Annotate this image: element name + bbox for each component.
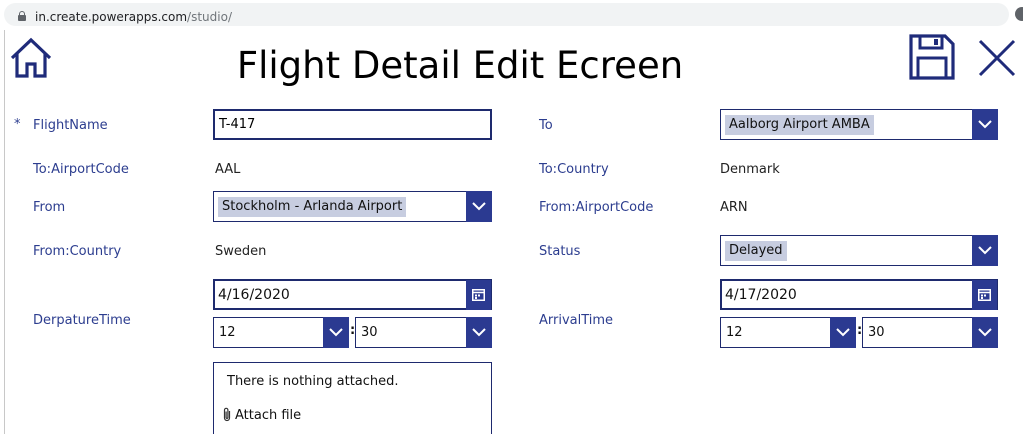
url-host: in.create.powerapps.com xyxy=(35,10,188,24)
departure-date-picker[interactable]: 4/16/2020 xyxy=(213,279,492,310)
browser-toolbar: in.create.powerapps.com/studio/ xyxy=(0,0,1023,30)
chevron-down-icon[interactable] xyxy=(830,317,856,348)
home-icon[interactable] xyxy=(8,36,54,80)
chevron-down-icon[interactable] xyxy=(972,317,998,348)
from-airportcode-value: ARN xyxy=(720,200,748,215)
arrival-minute-dropdown[interactable]: 30 xyxy=(862,317,998,348)
from-dropdown[interactable]: Stockholm - Arlanda Airport xyxy=(213,191,492,222)
departure-hour-value: 12 xyxy=(219,325,236,340)
required-marker: * xyxy=(14,117,21,132)
from-selected: Stockholm - Arlanda Airport xyxy=(218,197,407,217)
flightname-input[interactable]: T-417 xyxy=(213,109,492,140)
to-dropdown[interactable]: Aalborg Airport AMBA xyxy=(720,109,998,140)
attachments-empty-message: There is nothing attached. xyxy=(227,374,399,389)
status-selected: Delayed xyxy=(725,241,787,261)
flightname-label: FlightName xyxy=(33,118,108,133)
status-dropdown[interactable]: Delayed xyxy=(720,235,998,266)
chevron-down-icon[interactable] xyxy=(323,317,349,348)
close-icon[interactable] xyxy=(977,38,1017,78)
arrival-minute-value: 30 xyxy=(868,325,885,340)
lock-icon[interactable] xyxy=(18,11,26,21)
chevron-down-icon[interactable] xyxy=(466,317,492,348)
save-icon[interactable] xyxy=(909,34,955,80)
url-text[interactable]: in.create.powerapps.com/studio/ xyxy=(35,10,232,24)
departure-hour-dropdown[interactable]: 12 xyxy=(213,317,349,348)
attach-file-label: Attach file xyxy=(235,408,302,423)
departuretime-label: DerpatureTime xyxy=(33,313,131,328)
chevron-down-icon[interactable] xyxy=(972,109,998,140)
calendar-icon[interactable] xyxy=(972,280,997,310)
status-label: Status xyxy=(539,244,581,259)
arrival-date-value: 4/17/2020 xyxy=(725,287,797,303)
chevron-down-icon[interactable] xyxy=(972,235,998,266)
profile-icon[interactable] xyxy=(1015,7,1023,21)
attachments-control: There is nothing attached. Attach file xyxy=(213,362,492,434)
departure-minute-value: 30 xyxy=(361,325,378,340)
app-canvas xyxy=(4,30,1023,434)
paperclip-icon xyxy=(223,407,231,422)
arrival-hour-value: 12 xyxy=(726,325,743,340)
to-airportcode-value: AAL xyxy=(215,162,241,177)
from-country-value: Sweden xyxy=(215,244,267,259)
arrivaltime-label: ArrivalTime xyxy=(539,313,614,328)
from-airportcode-label: From:AirportCode xyxy=(539,200,654,215)
departure-date-value: 4/16/2020 xyxy=(218,287,290,303)
departure-minute-dropdown[interactable]: 30 xyxy=(355,317,492,348)
from-country-label: From:Country xyxy=(33,244,122,259)
to-country-value: Denmark xyxy=(720,162,780,177)
to-selected: Aalborg Airport AMBA xyxy=(725,115,874,135)
chevron-down-icon[interactable] xyxy=(466,191,492,222)
page-title: Flight Detail Edit Ecreen xyxy=(236,44,684,87)
to-label: To xyxy=(539,118,553,133)
calendar-icon[interactable] xyxy=(466,280,491,310)
to-airportcode-label: To:AirportCode xyxy=(33,162,129,177)
from-label: From xyxy=(33,200,66,215)
address-bar[interactable]: in.create.powerapps.com/studio/ xyxy=(4,3,1009,26)
to-country-label: To:Country xyxy=(539,162,609,177)
arrival-date-picker[interactable]: 4/17/2020 xyxy=(720,279,998,310)
attach-file-button[interactable]: Attach file xyxy=(222,407,301,423)
arrival-hour-dropdown[interactable]: 12 xyxy=(720,317,856,348)
url-path: /studio/ xyxy=(187,10,232,24)
